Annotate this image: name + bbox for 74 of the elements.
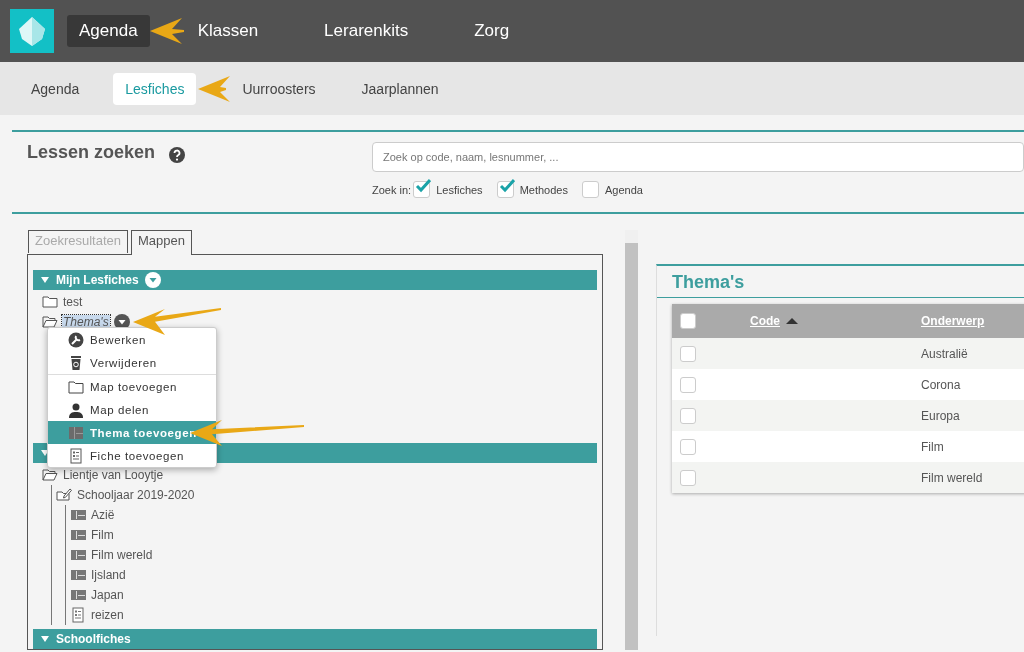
checkbox-label: Agenda <box>604 183 643 196</box>
table-cell-text: Film wereld <box>921 470 984 485</box>
menu-item[interactable]: Map toevoegen <box>48 374 216 398</box>
subnav-tab[interactable]: Agenda <box>19 72 92 105</box>
menu-item[interactable]: Fiche toevoegen <box>48 444 216 467</box>
card-title: Thema's <box>657 266 1024 298</box>
nav-tab[interactable]: Zorg <box>462 15 522 47</box>
layout-icon <box>70 567 86 583</box>
layout-icon <box>70 587 86 603</box>
subnav-tab[interactable]: Lesfiches <box>113 72 197 105</box>
layout-icon <box>70 527 86 543</box>
scope-label: Zoek in: <box>372 183 412 196</box>
checkbox[interactable] <box>581 181 599 198</box>
subnav-tab[interactable]: Uurroosters <box>230 72 328 105</box>
table-cell-text: Europa <box>921 408 961 423</box>
menu-item-label: Map delen <box>90 403 150 416</box>
tree-item[interactable]: test <box>62 295 84 309</box>
caret-down-icon <box>40 634 50 644</box>
section-title: Schoolfiches <box>56 632 131 646</box>
person-icon <box>68 401 84 418</box>
row-checkbox[interactable] <box>680 345 696 362</box>
menu-item-label: Thema toevoegen <box>90 426 197 439</box>
layout-icon <box>68 424 84 441</box>
row-checkbox[interactable] <box>680 376 696 393</box>
table-cell-text: Film <box>921 439 945 454</box>
tree-item[interactable]: Japan <box>90 588 125 602</box>
checkbox-label: Lesfiches <box>436 183 483 196</box>
help-icon <box>169 147 186 163</box>
menu-item[interactable]: Map delen <box>48 398 216 421</box>
wrench-icon <box>68 331 84 348</box>
panel-tab[interactable]: Mappen <box>131 230 192 255</box>
scrollbar[interactable] <box>625 230 638 650</box>
nav-tab[interactable]: Agenda <box>67 15 150 47</box>
row-checkbox[interactable] <box>680 469 696 486</box>
nav-tab[interactable]: Klassen <box>185 15 271 47</box>
menu-item-label: Verwijderen <box>90 356 157 369</box>
folder-icon <box>68 378 84 395</box>
folder-icon <box>42 294 58 310</box>
panel-title: Lessen zoeken <box>27 142 156 163</box>
document-icon <box>70 607 86 623</box>
trash-icon <box>68 354 84 371</box>
logo <box>10 9 54 53</box>
table-cell-text: Australië <box>921 346 969 361</box>
menu-item-label: Fiche toevoegen <box>90 449 185 462</box>
checkbox-label: Methodes <box>519 183 568 196</box>
menu-item-label: Map toevoegen <box>90 380 178 393</box>
checkbox[interactable] <box>413 181 431 198</box>
checkmark-icon <box>415 179 432 193</box>
menu-item-label: Bewerken <box>90 333 146 346</box>
tree-item[interactable]: Azië <box>90 508 116 522</box>
search-field[interactable]: Zoek op code, naam, lesnummer, ... <box>372 142 1024 172</box>
tree-item[interactable]: Film <box>90 528 115 542</box>
subnav-tab[interactable]: Jaarplannen <box>349 72 451 105</box>
menu-item[interactable]: Bewerken <box>48 328 216 351</box>
document-icon <box>68 447 84 464</box>
caret-down-icon <box>40 275 50 285</box>
menu-item[interactable]: Verwijderen <box>48 351 216 374</box>
open-folder-icon <box>42 467 58 483</box>
checkbox[interactable] <box>496 181 514 198</box>
table-cell-text: Corona <box>921 377 962 392</box>
select-all-checkbox[interactable] <box>680 313 696 329</box>
tree-item[interactable]: Ijsland <box>90 568 127 582</box>
row-checkbox[interactable] <box>680 407 696 424</box>
nav-tab[interactable]: Lerarenkits <box>312 15 421 47</box>
checkmark-icon <box>498 179 515 193</box>
row-checkbox[interactable] <box>680 438 696 455</box>
layout-icon <box>70 507 86 523</box>
tree-item[interactable]: Schooljaar 2019-2020 <box>76 488 196 502</box>
tree-item[interactable]: Lientje van Looytje <box>62 468 165 482</box>
tree-item[interactable]: reizen <box>90 608 125 622</box>
tree-item[interactable]: Film wereld <box>90 548 154 562</box>
layout-icon <box>70 547 86 563</box>
folder-pencil-icon <box>56 487 72 503</box>
section-title: Mijn Lesfiches <box>56 273 139 287</box>
